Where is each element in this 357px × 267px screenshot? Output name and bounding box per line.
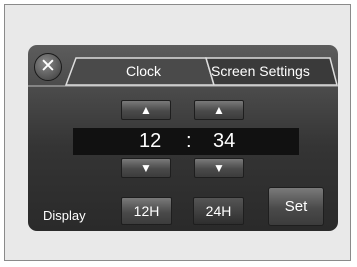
tab-bar: ✕ Clock Screen Settings: [28, 45, 338, 89]
minute-up-button[interactable]: ▲: [194, 100, 244, 120]
tab-screen-settings[interactable]: Screen Settings: [211, 63, 310, 79]
time-display: 12 : 34: [73, 128, 299, 155]
up-arrow-icon: ▲: [140, 103, 152, 117]
hour-up-button[interactable]: ▲: [121, 100, 171, 120]
close-icon: ✕: [40, 56, 56, 77]
display-label: Display: [43, 208, 86, 223]
set-button[interactable]: Set: [268, 187, 324, 226]
down-arrow-icon: ▼: [213, 161, 225, 175]
tab-clock[interactable]: Clock: [126, 63, 161, 79]
minute-value: 34: [213, 130, 236, 152]
format-24h-button[interactable]: 24H: [193, 197, 244, 225]
up-arrow-icon: ▲: [213, 103, 225, 117]
minute-down-button[interactable]: ▼: [194, 158, 244, 178]
hour-value: 12: [139, 130, 162, 152]
down-arrow-icon: ▼: [140, 161, 152, 175]
close-button[interactable]: ✕: [34, 53, 62, 81]
format-12h-button[interactable]: 12H: [121, 197, 172, 225]
hour-down-button[interactable]: ▼: [121, 158, 171, 178]
figure-frame: ✕ Clock Screen Settings ▲ ▲ 12 : 34 ▼ ▼ …: [4, 4, 351, 261]
clock-settings-screen: ✕ Clock Screen Settings ▲ ▲ 12 : 34 ▼ ▼ …: [28, 45, 338, 231]
time-separator: :: [186, 130, 192, 152]
